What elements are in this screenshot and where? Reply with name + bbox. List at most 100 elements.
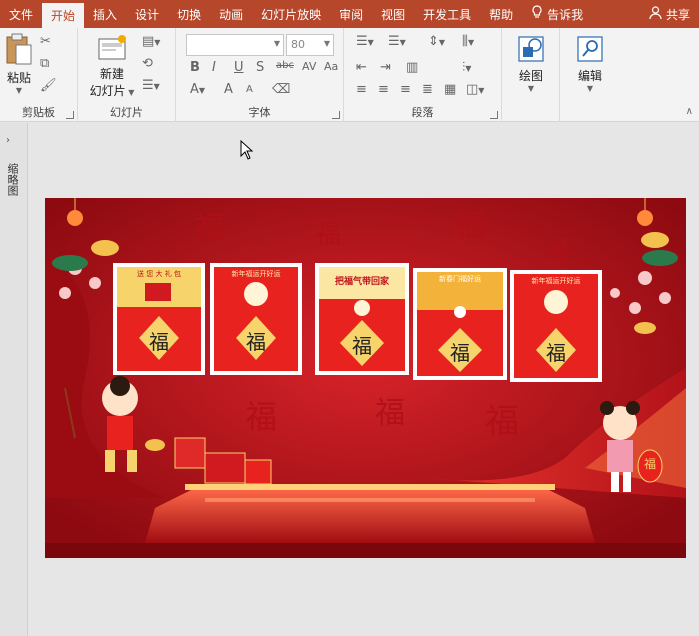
group-paragraph: ☰▼ ☰▼ ⇕▼ ⫼▼ ⇤ ⇥ ▥ ⫶▼ ≡ ≡ ≡ ≣ ▦ ◫▼ 段落 [344,28,502,122]
align-text-icon[interactable]: ⫶▼ [462,60,471,75]
expand-thumbnails-icon[interactable]: › [6,135,10,146]
new-slide-label-1: 新建 [99,67,124,81]
lantern-fu: 福 [643,457,656,471]
card-1-title: 送 您 大 礼 包 [137,270,181,278]
ribbon-tab-bar: 文件 开始 插入 设计 切换 动画 幻灯片放映 审阅 视图 开发工具 帮助 告诉… [0,0,699,28]
group-clipboard: 粘贴 ▼ ✂ ⧉ 🖌 剪贴板 [0,28,78,122]
group-font: ▼ 80 ▼ B I U S abc AV Aa A▼ A A ⌫ 字体 [176,28,344,122]
poster-card-2[interactable] [210,263,302,375]
tab-home[interactable]: 开始 [42,3,85,28]
columns-icon[interactable]: ▥ [406,60,418,75]
decrease-indent-icon[interactable]: ⇤ [356,60,367,75]
new-slide-button[interactable]: 新建 幻灯片 ▼ [84,34,140,99]
clipboard-launcher-icon[interactable] [66,111,74,119]
svg-text:福: 福 [245,398,277,436]
tell-me-label: 告诉我 [547,7,584,22]
card-2-fu: 福 [246,330,266,354]
card-4-fu: 福 [450,341,470,365]
tab-view[interactable]: 视图 [372,0,414,28]
paragraph-group-label: 段落 [411,106,434,119]
paste-button[interactable]: 粘贴 ▼ [2,32,36,95]
tell-me-search[interactable]: 告诉我 [522,0,592,28]
new-slide-icon [98,35,126,60]
share-button[interactable]: 共享 [640,0,699,28]
section-icon[interactable]: ☰▼ [142,78,160,93]
shapes-icon [518,36,544,62]
editing-button[interactable]: 编辑 ▼ [568,34,612,93]
tab-animations[interactable]: 动画 [210,0,252,28]
svg-text:福: 福 [195,211,225,246]
editing-caret-icon: ▼ [586,84,594,93]
paragraph-launcher-icon[interactable] [490,111,498,119]
group-slides: 新建 幻灯片 ▼ ▤▼ ⟲ ☰▼ 幻灯片 [78,28,176,122]
tab-developer[interactable]: 开发工具 [414,0,480,28]
tab-review[interactable]: 审阅 [330,0,372,28]
drawing-caret-icon: ▼ [527,84,535,93]
font-name-dropdown-icon[interactable]: ▼ [274,39,280,48]
smartart-icon[interactable]: ◫▼ [466,82,484,97]
distribute-icon[interactable]: ▦ [444,82,456,97]
decrease-font-icon[interactable]: A [246,84,253,95]
text-shadow-icon[interactable]: S [256,60,264,75]
tab-design[interactable]: 设计 [126,0,168,28]
align-left-icon[interactable]: ≡ [356,82,367,97]
font-size-dropdown-icon[interactable]: ▼ [324,39,330,48]
card-1-fu: 福 [149,330,169,354]
card-3-title: 把福气带回家 [334,277,389,287]
editing-label: 编辑 [577,69,602,83]
italic-icon[interactable]: I [212,60,216,75]
mouse-cursor-icon [240,140,254,160]
line-spacing-icon[interactable]: ⇕▼ [428,34,445,49]
poster-card-1[interactable] [113,263,205,375]
search-icon [577,36,603,62]
char-spacing-icon[interactable]: AV [302,60,316,73]
font-color-icon[interactable]: A▼ [190,82,205,97]
svg-text:福: 福 [315,220,341,250]
lightbulb-icon [531,5,543,23]
reset-slide-icon[interactable]: ⟲ [142,56,153,71]
strikethrough-icon[interactable]: abc [276,60,294,71]
ribbon-home: 粘贴 ▼ ✂ ⧉ 🖌 剪贴板 新建 幻灯片 ▼ ▤▼ ⟲ ☰▼ 幻灯片 ▼ 80… [0,28,699,122]
drawing-label: 绘图 [518,69,543,83]
tab-help[interactable]: 帮助 [480,0,522,28]
font-size-value: 80 [291,38,305,51]
tab-transitions[interactable]: 切换 [168,0,210,28]
text-direction-icon[interactable]: ⫼▼ [462,34,474,49]
font-launcher-icon[interactable] [332,111,340,119]
align-center-icon[interactable]: ≡ [378,82,389,97]
collapse-ribbon-icon[interactable]: ∧ [686,106,693,117]
drawing-button[interactable]: 绘图 ▼ [510,34,552,93]
thumbnail-panel-collapsed[interactable]: › 缩略图 [0,123,28,636]
clear-formatting-icon[interactable]: ⌫ [272,82,290,97]
cut-icon[interactable]: ✂ [40,34,51,49]
svg-text:福: 福 [375,396,405,431]
tab-insert[interactable]: 插入 [84,0,126,28]
user-icon [649,5,662,23]
paste-caret-icon[interactable]: ▼ [2,86,36,95]
copy-icon[interactable]: ⧉ [40,56,49,71]
increase-indent-icon[interactable]: ⇥ [380,60,391,75]
svg-text:福: 福 [455,209,485,244]
format-painter-icon[interactable]: 🖌 [40,78,57,93]
new-slide-label-2: 幻灯片 ▼ [89,84,135,98]
clipboard-icon [6,33,32,65]
tab-slideshow[interactable]: 幻灯片放映 [252,0,330,28]
underline-icon[interactable]: U [234,60,244,75]
card-5-title: 新年福运开好运 [531,277,581,285]
bullets-icon[interactable]: ☰▼ [356,34,374,49]
svg-text:福: 福 [545,236,569,264]
slide-artwork: 福 福 福 福 福 福 福 福 [45,198,686,558]
change-case-icon[interactable]: Aa [324,60,338,73]
slide-canvas[interactable]: 福 福 福 福 福 福 福 福 [45,198,686,558]
card-3-fu: 福 [352,334,372,358]
card-4-title: 新春门福好运 [439,275,481,283]
tab-file[interactable]: 文件 [0,0,42,28]
font-name-box[interactable]: ▼ [186,34,284,56]
bold-icon[interactable]: B [190,60,200,75]
layout-icon[interactable]: ▤▼ [142,34,160,49]
font-size-box[interactable]: 80 ▼ [286,34,334,56]
align-right-icon[interactable]: ≡ [400,82,411,97]
justify-icon[interactable]: ≣ [422,82,433,97]
numbering-icon[interactable]: ☰▼ [388,34,406,49]
increase-font-icon[interactable]: A [224,82,233,97]
